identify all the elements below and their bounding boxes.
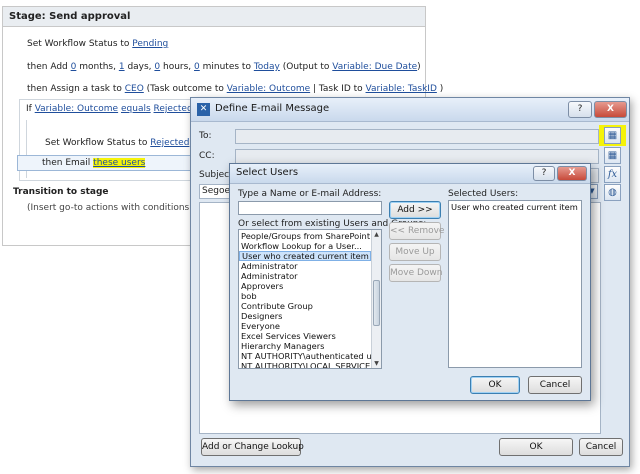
users-list-item[interactable]: bob bbox=[239, 291, 371, 301]
close-paren-text: ) bbox=[417, 62, 421, 72]
scroll-down-icon[interactable]: ▼ bbox=[372, 359, 381, 368]
users-cancel-button[interactable]: Cancel bbox=[528, 376, 582, 394]
scroll-thumb[interactable] bbox=[373, 280, 380, 326]
users-list-item[interactable]: Contribute Group bbox=[239, 301, 371, 311]
users-list-item[interactable]: Excel Services Viewers bbox=[239, 331, 371, 341]
selected-users-list[interactable]: User who created current item bbox=[448, 200, 582, 368]
ceo-link[interactable]: CEO bbox=[125, 84, 144, 94]
cc-label: CC: bbox=[199, 151, 215, 161]
inner-status-line: Set Workflow Status to Rejected bbox=[45, 138, 189, 148]
users-list-item[interactable]: Approvers bbox=[239, 281, 371, 291]
sharepoint-designer-icon: ✕ bbox=[197, 103, 210, 116]
if-value-link[interactable]: Rejected bbox=[154, 104, 193, 114]
users-list-items: People/Groups from SharePoint site... Wor… bbox=[239, 230, 381, 368]
if-condition-line: If Variable: Outcome equals Rejected bbox=[26, 104, 193, 114]
users-list-item[interactable]: Workflow Lookup for a User... bbox=[239, 241, 371, 251]
users-dialog-title: Select Users bbox=[236, 167, 299, 178]
select-users-dialog: Select Users ? X Type a Name or E-mail A… bbox=[229, 163, 591, 401]
insert-lookup-icon[interactable]: ◍ bbox=[604, 184, 621, 201]
workflow-line-assign-task: then Assign a task to CEO (Task outcome … bbox=[27, 84, 443, 94]
taskid-text: | Task ID to bbox=[310, 84, 366, 94]
workflow-line-status: Set Workflow Status to Pending bbox=[27, 39, 168, 49]
email-close-button[interactable]: X bbox=[594, 101, 627, 118]
today-link[interactable]: Today bbox=[254, 62, 280, 72]
add-user-button[interactable]: Add >> bbox=[389, 201, 441, 219]
if-variable-link[interactable]: Variable: Outcome bbox=[35, 104, 118, 114]
formula-icon[interactable]: fx bbox=[604, 166, 621, 183]
output-text: (Output to bbox=[279, 62, 333, 72]
email-dialog-titlebar[interactable]: ✕ Define E-mail Message ? X bbox=[191, 98, 629, 122]
these-users-link[interactable]: these users bbox=[93, 158, 146, 168]
users-ok-button[interactable]: OK bbox=[470, 376, 520, 394]
add-change-lookup-button[interactable]: Add or Change Lookup bbox=[201, 438, 304, 456]
email-action-row[interactable]: then Email these users bbox=[17, 155, 197, 171]
cc-field[interactable] bbox=[235, 149, 599, 164]
due-date-link[interactable]: Variable: Due Date bbox=[332, 62, 417, 72]
assign-text: then Assign a task to bbox=[27, 84, 125, 94]
if-operator-link[interactable]: equals bbox=[121, 104, 151, 114]
transition-title: Transition to stage bbox=[13, 187, 109, 197]
users-dialog-titlebar[interactable]: Select Users ? X bbox=[230, 164, 590, 184]
users-list-item[interactable]: Designers bbox=[239, 311, 371, 321]
status-text: Set Workflow Status to bbox=[27, 39, 133, 49]
hours-text: hours, bbox=[160, 62, 195, 72]
users-close-button[interactable]: X bbox=[557, 166, 587, 181]
selected-user-item[interactable]: User who created current item bbox=[449, 202, 581, 212]
move-down-button[interactable]: Move Down bbox=[389, 264, 443, 282]
outcome-text: (Task outcome to bbox=[143, 84, 227, 94]
remove-user-button[interactable]: << Remove bbox=[389, 222, 444, 240]
selected-list-items: User who created current item bbox=[449, 201, 581, 212]
users-list-item[interactable]: Hierarchy Managers bbox=[239, 341, 371, 351]
months-text: months, bbox=[76, 62, 119, 72]
rejected-link[interactable]: Rejected bbox=[150, 138, 189, 148]
users-list-item[interactable]: NT AUTHORITY\LOCAL SERVICE bbox=[239, 361, 371, 368]
stage-header: Stage: Send approval bbox=[3, 7, 425, 27]
email-dialog-title: Define E-mail Message bbox=[215, 103, 330, 114]
name-email-input[interactable] bbox=[238, 201, 382, 215]
name-input-label: Type a Name or E-mail Address: bbox=[238, 189, 382, 199]
users-list-item[interactable]: Administrator bbox=[239, 261, 371, 271]
users-list-item[interactable]: User who created current item bbox=[239, 251, 371, 261]
move-up-button[interactable]: Move Up bbox=[389, 243, 441, 261]
to-field[interactable] bbox=[235, 129, 599, 144]
workflow-line-add-time: then Add 0 months, 1 days, 0 hours, 0 mi… bbox=[27, 62, 421, 72]
email-ok-button[interactable]: OK bbox=[499, 438, 573, 456]
scroll-up-icon[interactable]: ▲ bbox=[372, 230, 381, 239]
address-book-icon[interactable]: ▦ bbox=[604, 127, 621, 144]
if-text: If bbox=[26, 104, 35, 114]
email-cancel-button[interactable]: Cancel bbox=[579, 438, 623, 456]
users-list-item[interactable]: Everyone bbox=[239, 321, 371, 331]
users-list-item[interactable]: People/Groups from SharePoint site... bbox=[239, 231, 381, 241]
minutes-text: minutes to bbox=[199, 62, 254, 72]
users-help-button[interactable]: ? bbox=[533, 166, 555, 181]
users-list-scrollbar[interactable]: ▲ ▼ bbox=[371, 230, 381, 368]
email-help-button[interactable]: ? bbox=[568, 101, 592, 118]
days-text: days, bbox=[124, 62, 155, 72]
close-paren-text-2: ) bbox=[436, 84, 444, 94]
to-label: To: bbox=[199, 131, 212, 141]
status-pending-link[interactable]: Pending bbox=[132, 39, 168, 49]
users-list-item[interactable]: NT AUTHORITY\authenticated users bbox=[239, 351, 381, 361]
selected-users-label: Selected Users: bbox=[448, 189, 519, 199]
outcome-variable-link[interactable]: Variable: Outcome bbox=[227, 84, 310, 94]
inner-status-text: Set Workflow Status to bbox=[45, 138, 151, 148]
taskid-variable-link[interactable]: Variable: TaskID bbox=[366, 84, 437, 94]
users-groups-list[interactable]: People/Groups from SharePoint site... Wor… bbox=[238, 229, 382, 369]
email-line: then Email these users bbox=[42, 158, 146, 168]
users-list-item[interactable]: Administrator bbox=[239, 271, 371, 281]
add-text: then Add bbox=[27, 62, 71, 72]
cc-address-book-icon[interactable]: ▦ bbox=[604, 147, 621, 164]
email-text: then Email bbox=[42, 158, 94, 168]
